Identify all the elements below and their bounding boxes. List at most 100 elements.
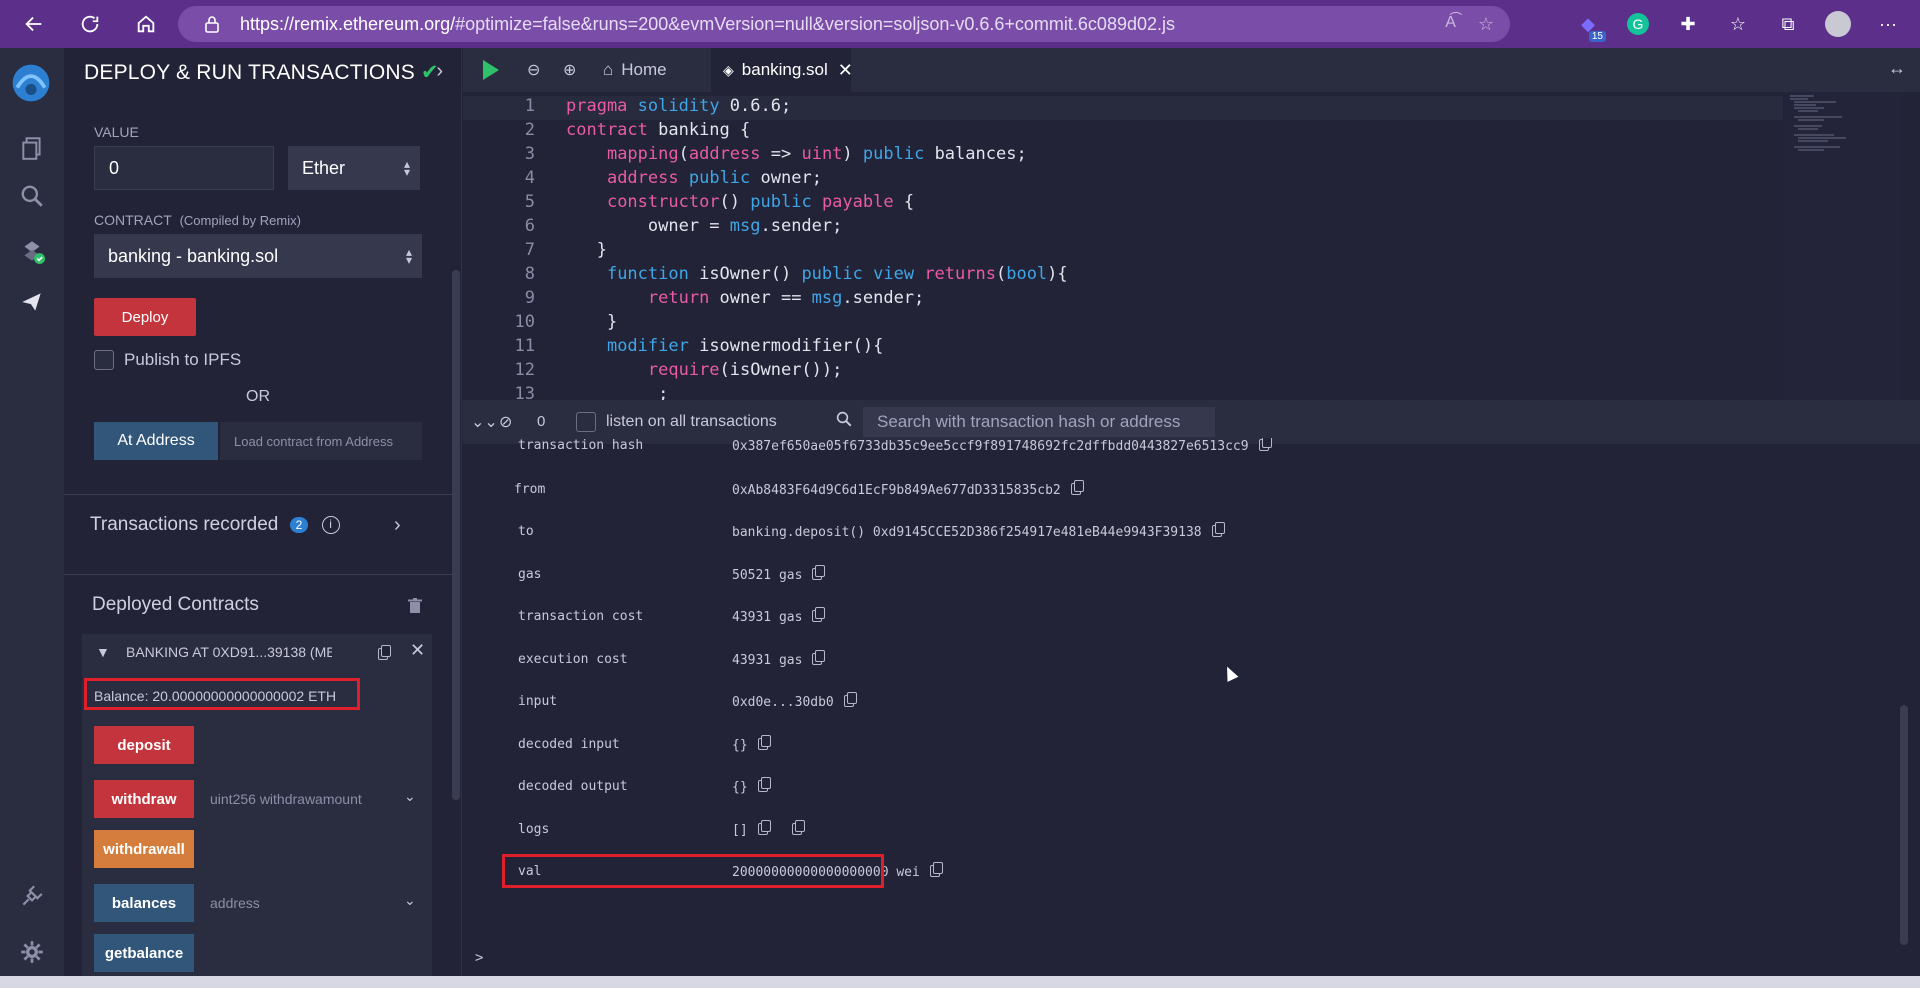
chevron-down-icon[interactable]: ▼	[96, 644, 110, 660]
copy-icon[interactable]	[812, 607, 826, 622]
close-icon[interactable]: ✕	[410, 640, 425, 661]
code-minimap[interactable]	[1784, 92, 1902, 400]
instance-title[interactable]: BANKING AT 0XD91...39138 (MEM(	[126, 644, 332, 660]
favorite-add-icon[interactable]: ☆	[1478, 14, 1494, 35]
home-icon[interactable]	[128, 6, 164, 42]
tx-search-input[interactable]: Search with transaction hash or address	[863, 407, 1215, 437]
copy-icon[interactable]	[812, 565, 826, 580]
publish-ipfs-label: Publish to IPFS	[124, 350, 242, 369]
contract-select[interactable]: banking - banking.sol ▴ ▾	[94, 234, 422, 278]
side-scrollbar[interactable]	[452, 270, 460, 800]
divider	[64, 574, 460, 575]
info-icon[interactable]: i	[321, 515, 340, 534]
address-bar[interactable]: https://remix.ethereum.org/#optimize=fal…	[178, 6, 1510, 42]
deploy-button[interactable]: Deploy	[94, 298, 196, 336]
refresh-icon[interactable]	[72, 6, 108, 42]
favorites-icon[interactable]: ☆	[1722, 8, 1754, 40]
url-text: https://remix.ethereum.org/#optimize=fal…	[240, 13, 1175, 34]
code-area[interactable]: 1 pragma solidity 0.6.6; 2 contract bankin…	[463, 92, 1783, 400]
chevron-down-icon[interactable]: ⌄	[404, 788, 416, 805]
grammarly-icon[interactable]: G	[1622, 8, 1654, 40]
plugin-manager-icon[interactable]	[14, 878, 50, 914]
terminal-scrollbar[interactable]	[1900, 705, 1908, 945]
tx-row-logs: logs[]	[463, 820, 1903, 852]
tx-row-tx-cost: transaction cost 43931 gas	[463, 607, 1903, 639]
copy-icon[interactable]	[812, 650, 826, 665]
withdraw-button[interactable]: withdraw	[94, 780, 194, 818]
chevron-down-icon[interactable]: ⌄	[404, 892, 416, 909]
copy-icon[interactable]	[757, 777, 771, 792]
trash-icon[interactable]	[408, 598, 422, 614]
load-address-input[interactable]: Load contract from Address	[220, 422, 422, 460]
contract-label: CONTRACT (Compiled by Remix)	[94, 212, 301, 228]
copy-icon[interactable]	[1211, 522, 1225, 537]
collections-icon[interactable]: ⧉	[1772, 8, 1804, 40]
tx-row-gas: gas 50521 gas	[463, 565, 1903, 597]
copy-icon[interactable]	[757, 820, 771, 835]
publish-ipfs-checkbox[interactable]	[94, 350, 114, 370]
highlight-box	[84, 678, 360, 710]
copy-icon[interactable]	[1258, 438, 1272, 451]
puzzle-icon[interactable]: ✚	[1672, 8, 1704, 40]
file-explorer-icon[interactable]	[14, 130, 50, 166]
withdraw-amount-input[interactable]: uint256 withdrawamount	[196, 780, 402, 818]
balances-address-input[interactable]: address	[196, 884, 402, 922]
close-icon[interactable]: ✕	[838, 60, 853, 81]
collapse-terminal-icon[interactable]: ⌄⌄	[471, 412, 498, 432]
back-icon[interactable]	[16, 6, 52, 42]
deploy-run-icon[interactable]	[14, 284, 50, 320]
profile-avatar[interactable]	[1822, 8, 1854, 40]
tx-row-to: to banking.deposit() 0xd9145CCE52D386f254…	[463, 522, 1903, 554]
copy-icon[interactable]	[1070, 480, 1084, 495]
at-address-button[interactable]: At Address	[94, 422, 218, 460]
value-input[interactable]: 0	[94, 146, 274, 190]
terminal-prompt[interactable]: >	[475, 950, 483, 966]
home-icon: ⌂	[603, 60, 614, 79]
copy-icon[interactable]	[929, 862, 943, 877]
getbalance-button[interactable]: getbalance	[94, 934, 194, 972]
settings-gear-icon[interactable]	[14, 934, 50, 970]
terminal-output: transaction hash 0x387ef650ae05f6733db35c…	[463, 438, 1920, 974]
copy-icon[interactable]	[843, 692, 857, 707]
more-icon[interactable]: ···	[1872, 8, 1904, 40]
solidity-icon: ◈	[723, 61, 734, 78]
copy-icon[interactable]	[757, 735, 771, 750]
withdrawall-button[interactable]: withdrawall	[94, 830, 194, 868]
listen-checkbox[interactable]	[576, 412, 596, 432]
deploy-run-panel: DEPLOY & RUN TRANSACTIONS ✔ › VALUE 0 Eth…	[64, 48, 462, 988]
lock-icon	[205, 16, 219, 33]
tx-row-decoded-output: decoded output{}	[463, 777, 1903, 809]
chevron-right-icon[interactable]: ›	[436, 60, 443, 83]
expand-icon[interactable]: ↔	[1888, 58, 1906, 79]
search-icon[interactable]	[14, 178, 50, 214]
editor: ⊖ ⊕ ⌂ Home ◈ banking.sol ✕ ↔ 1 pragma solid…	[463, 48, 1920, 400]
copy-icon[interactable]	[791, 820, 805, 835]
search-icon	[835, 410, 853, 433]
compiler-icon[interactable]	[14, 233, 50, 269]
extension-icon[interactable]: ◆ 15	[1572, 8, 1606, 42]
contract-instance: ▼ BANKING AT 0XD91...39138 (MEM( ✕ Balan…	[82, 634, 432, 988]
tx-recorded-label[interactable]: Transactions recorded 2 i	[90, 514, 340, 536]
deployed-contracts-label: Deployed Contracts	[92, 594, 259, 615]
listen-label: listen on all transactions	[606, 413, 777, 430]
divider	[64, 494, 460, 495]
balances-button[interactable]: balances	[94, 884, 194, 922]
chevron-right-icon[interactable]: ›	[394, 514, 401, 537]
read-aloud-icon[interactable]: A͡	[1445, 14, 1456, 35]
copy-icon[interactable]	[368, 645, 391, 664]
highlight-box	[502, 854, 884, 888]
run-icon[interactable]	[483, 60, 499, 80]
tab-banking-sol[interactable]: ◈ banking.sol ✕	[711, 48, 853, 92]
status-bar	[0, 976, 1920, 988]
tx-count-badge: 2	[289, 516, 309, 533]
unit-select[interactable]: Ether ▴ ▾	[288, 146, 420, 190]
tab-home[interactable]: ⌂ Home	[593, 48, 697, 92]
deposit-button[interactable]: deposit	[94, 726, 194, 764]
remix-logo-icon[interactable]	[6, 58, 56, 108]
tx-row-decoded-input: decoded input{}	[463, 735, 1903, 767]
zoom-in-icon[interactable]: ⊕	[563, 60, 576, 80]
tx-row-input: input 0xd0e...30db0	[463, 692, 1903, 724]
pending-tx-count: 0	[537, 413, 546, 430]
clear-console-icon[interactable]: ⊘	[499, 412, 512, 432]
zoom-out-icon[interactable]: ⊖	[527, 60, 540, 80]
